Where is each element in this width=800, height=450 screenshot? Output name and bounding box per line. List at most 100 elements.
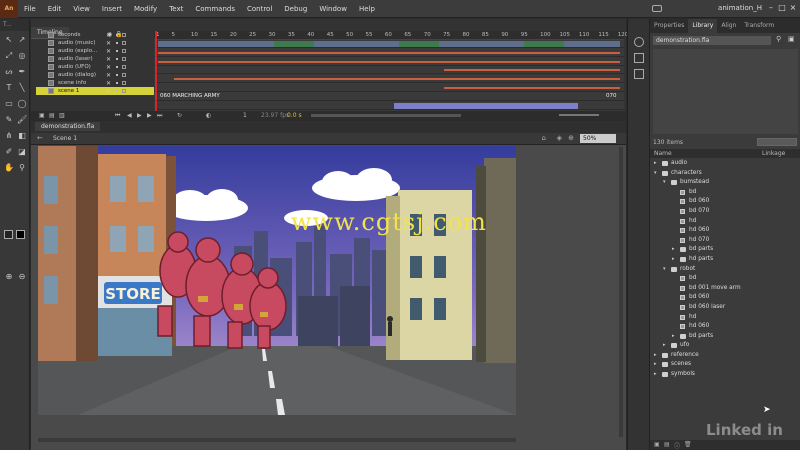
collapsed-arrow-icon[interactable]: ▸ bbox=[663, 342, 666, 348]
lock-dot-icon[interactable] bbox=[116, 34, 118, 36]
menu-insert[interactable]: Insert bbox=[96, 5, 128, 13]
maximize-icon[interactable]: □ bbox=[777, 3, 787, 13]
rectangle-icon[interactable]: ▭ bbox=[4, 99, 14, 109]
brush-icon[interactable]: 🖌 bbox=[17, 115, 27, 125]
menu-debug[interactable]: Debug bbox=[278, 5, 313, 13]
layer-name[interactable]: audio (explo... bbox=[58, 48, 97, 54]
library-item[interactable]: hd 070 bbox=[650, 236, 800, 246]
hidden-x-icon[interactable]: ✕ bbox=[106, 88, 111, 95]
layer-row[interactable]: seconds ✕ bbox=[36, 31, 154, 39]
subselection-tool-icon[interactable]: ↗ bbox=[17, 35, 27, 45]
collapsed-arrow-icon[interactable]: ▸ bbox=[654, 361, 657, 367]
lock-dot-icon[interactable] bbox=[116, 82, 118, 84]
collapsed-arrow-icon[interactable]: ▸ bbox=[654, 160, 657, 166]
pin-icon[interactable]: ⚲ bbox=[776, 35, 781, 43]
hidden-x-icon[interactable]: ✕ bbox=[106, 64, 111, 71]
layer-row[interactable]: audio (explo... ✕ bbox=[36, 47, 154, 55]
zoom-out-icon[interactable]: ⊖ bbox=[17, 272, 27, 282]
frame-row[interactable] bbox=[154, 40, 624, 48]
frame-row[interactable] bbox=[154, 102, 624, 110]
3d-rotation-icon[interactable]: ◎ bbox=[17, 51, 27, 61]
stage-horizontal-scrollbar[interactable] bbox=[38, 438, 516, 442]
collapsed-arrow-icon[interactable]: ▸ bbox=[672, 256, 675, 262]
delete-icon[interactable]: 🗑 bbox=[684, 441, 692, 448]
outline-square-icon[interactable] bbox=[122, 33, 126, 37]
menu-file[interactable]: File bbox=[18, 5, 42, 13]
menu-control[interactable]: Control bbox=[241, 5, 278, 13]
first-frame-icon[interactable]: ⏮ bbox=[115, 112, 120, 120]
pencil-icon[interactable]: ✎ bbox=[4, 115, 14, 125]
new-layer-icon[interactable]: ▣ bbox=[39, 112, 45, 119]
layer-name[interactable]: scene 1 bbox=[58, 88, 79, 94]
fill-color-swatch[interactable] bbox=[16, 230, 25, 239]
stage-vertical-scrollbar[interactable] bbox=[619, 147, 623, 437]
menu-modify[interactable]: Modify bbox=[128, 5, 163, 13]
text-icon[interactable]: T bbox=[4, 83, 14, 93]
library-item[interactable]: ▾ characters bbox=[650, 169, 800, 179]
color-panel-icon[interactable] bbox=[634, 37, 644, 47]
library-item[interactable]: hd 060 bbox=[650, 322, 800, 332]
edit-scene-icon[interactable]: ⌂ bbox=[542, 134, 546, 142]
layer-name[interactable]: audio (UFO) bbox=[58, 64, 91, 70]
frame-row[interactable] bbox=[154, 49, 624, 57]
tab-properties[interactable]: Properties bbox=[650, 19, 688, 33]
frame-row[interactable] bbox=[154, 58, 624, 66]
menu-commands[interactable]: Commands bbox=[189, 5, 241, 13]
outline-square-icon[interactable] bbox=[122, 81, 126, 85]
library-item[interactable]: ▾ robot bbox=[650, 265, 800, 275]
layer-row[interactable]: scene info ✕ bbox=[36, 79, 154, 87]
onion-skin-icon[interactable]: ◐ bbox=[206, 112, 211, 119]
free-transform-icon[interactable]: ⤢ bbox=[4, 51, 14, 61]
frame-row[interactable] bbox=[154, 84, 624, 92]
stroke-color-swatch[interactable] bbox=[4, 230, 13, 239]
layer-name[interactable]: audio (dialog) bbox=[58, 72, 96, 78]
library-item[interactable]: ▸ ufo bbox=[650, 341, 800, 351]
oval-icon[interactable]: ◯ bbox=[17, 99, 27, 109]
lock-dot-icon[interactable] bbox=[116, 66, 118, 68]
zoom-icon[interactable]: ⚲ bbox=[17, 163, 27, 173]
document-tab[interactable]: demonstration.fla bbox=[35, 122, 101, 131]
library-item[interactable]: ▸ bd parts bbox=[650, 332, 800, 342]
frame-rate[interactable]: 23.97 fps bbox=[261, 112, 289, 119]
frame-row[interactable]: 060 MARCHING ARMY 070 bbox=[154, 93, 624, 101]
library-item[interactable]: bd 001 move arm bbox=[650, 284, 800, 294]
library-item[interactable]: ▸ reference bbox=[650, 351, 800, 361]
lock-dot-icon[interactable] bbox=[116, 42, 118, 44]
new-folder-icon[interactable]: ▤ bbox=[664, 441, 670, 448]
library-item[interactable]: hd bbox=[650, 217, 800, 227]
components-panel-icon[interactable] bbox=[634, 69, 644, 79]
loop-icon[interactable]: ↻ bbox=[177, 112, 182, 119]
hidden-x-icon[interactable]: ✕ bbox=[106, 72, 111, 79]
workspace-switcher[interactable]: animation_H bbox=[718, 4, 762, 12]
menu-help[interactable]: Help bbox=[353, 5, 381, 13]
timeline-scrollbar[interactable] bbox=[311, 114, 461, 117]
lasso-icon[interactable]: ᔕ bbox=[4, 67, 14, 77]
next-frame-icon[interactable]: ▶ bbox=[147, 112, 152, 119]
outline-square-icon[interactable] bbox=[122, 57, 126, 61]
library-item[interactable]: bd bbox=[650, 274, 800, 284]
layer-row[interactable]: audio (UFO) ✕ bbox=[36, 63, 154, 71]
hidden-x-icon[interactable]: ✕ bbox=[106, 80, 111, 87]
selection-tool-icon[interactable]: ↖ bbox=[4, 35, 14, 45]
frame-zoom-slider[interactable] bbox=[559, 114, 599, 116]
collapsed-arrow-icon[interactable]: ▸ bbox=[654, 371, 657, 377]
pen-icon[interactable]: ✒ bbox=[17, 67, 27, 77]
lock-dot-icon[interactable] bbox=[116, 50, 118, 52]
tab-library[interactable]: Library bbox=[688, 19, 718, 33]
layer-row[interactable]: scene 1 ✕ bbox=[36, 87, 154, 95]
outline-square-icon[interactable] bbox=[122, 89, 126, 93]
library-item[interactable]: ▸ symbols bbox=[650, 370, 800, 380]
last-frame-icon[interactable]: ⏭ bbox=[157, 112, 162, 120]
library-item[interactable]: hd 060 bbox=[650, 226, 800, 236]
hidden-x-icon[interactable]: ✕ bbox=[106, 40, 111, 47]
edit-symbol-icon[interactable]: ◈ bbox=[557, 134, 562, 142]
hidden-x-icon[interactable]: ✕ bbox=[106, 32, 111, 39]
library-item[interactable]: bd 060 bbox=[650, 197, 800, 207]
menu-window[interactable]: Window bbox=[313, 5, 353, 13]
line-icon[interactable]: ╲ bbox=[17, 83, 27, 93]
library-item[interactable]: bd bbox=[650, 188, 800, 198]
swatches-panel-icon[interactable] bbox=[634, 53, 644, 63]
eyedropper-icon[interactable]: ✐ bbox=[4, 147, 14, 157]
expanded-arrow-icon[interactable]: ▾ bbox=[663, 266, 666, 272]
outline-square-icon[interactable] bbox=[122, 41, 126, 45]
